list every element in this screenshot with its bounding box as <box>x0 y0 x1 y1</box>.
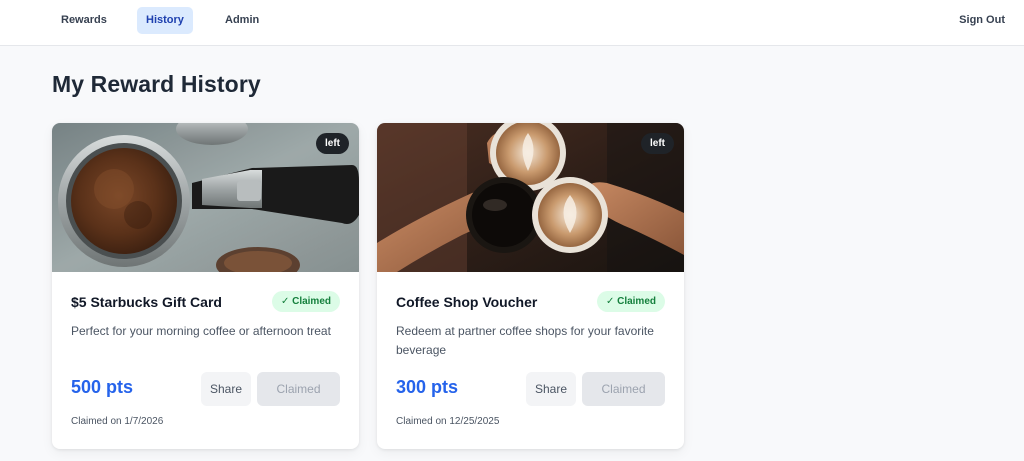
nav-admin-link[interactable]: Admin <box>216 7 268 34</box>
reward-card: left $5 Starbucks Gift Card ✓ Claimed Pe… <box>52 123 359 449</box>
page-title: My Reward History <box>52 71 261 97</box>
nav-rewards-link[interactable]: Rewards <box>52 7 116 34</box>
image-overlay-badge: left <box>316 133 349 154</box>
nav-history-link[interactable]: History <box>137 7 193 34</box>
reward-description: Perfect for your morning coffee or after… <box>71 324 331 338</box>
reward-description: Redeem at partner coffee shops for your … <box>396 324 654 357</box>
image-overlay-badge: left <box>641 133 674 154</box>
reward-image-coffee-cheers: left <box>377 123 684 272</box>
reward-title: $5 Starbucks Gift Card <box>71 294 222 310</box>
reward-image-espresso-grounds: left <box>52 123 359 272</box>
reward-title: Coffee Shop Voucher <box>396 294 538 310</box>
share-button[interactable]: Share <box>201 372 251 406</box>
top-navigation-bar: Rewards History Admin Sign Out <box>0 0 1024 46</box>
share-button[interactable]: Share <box>526 372 576 406</box>
claimed-button-disabled: Claimed <box>582 372 665 406</box>
reward-points: 300 pts <box>396 377 459 397</box>
claimed-status-badge: ✓ Claimed <box>271 291 340 312</box>
claimed-date: Claimed on 12/25/2025 <box>396 416 500 427</box>
reward-points: 500 pts <box>71 377 134 397</box>
claimed-date: Claimed on 1/7/2026 <box>71 416 164 427</box>
claimed-status-badge: ✓ Claimed <box>596 291 665 312</box>
reward-card: left Coffee Shop Voucher ✓ Claimed Redee… <box>377 123 684 449</box>
claimed-button-disabled: Claimed <box>257 372 340 406</box>
sign-out-button[interactable]: Sign Out <box>959 7 1005 34</box>
